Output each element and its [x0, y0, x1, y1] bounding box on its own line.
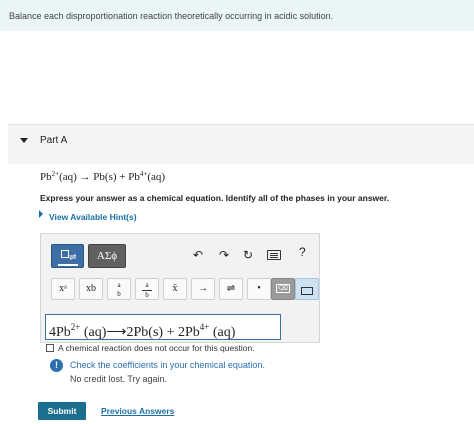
keyboard-toggle-key[interactable] [295, 278, 319, 300]
plus-sign: + [119, 171, 126, 183]
reaction-arrow: → [79, 171, 91, 183]
answer-charge2: 4+ [199, 322, 210, 332]
fraction-key-den: b [142, 290, 152, 300]
answer-coef1: 4Pb [49, 325, 71, 340]
answer-instructions: Express your answer as a chemical equati… [40, 193, 390, 203]
reactant-state: (aq) [59, 171, 77, 183]
arrow-key[interactable]: → [191, 278, 215, 300]
subscript-key[interactable]: xb [79, 278, 103, 300]
product-2-species: Pb [128, 171, 140, 183]
instruction-banner: Balance each disproportionation reaction… [0, 0, 474, 31]
reactant-charge: 2+ [51, 170, 60, 178]
stack-key-bottom: b [117, 290, 121, 298]
overbar-key[interactable]: x̄ [163, 278, 187, 300]
collapse-caret-icon[interactable] [20, 138, 28, 143]
backspace-icon: ⌫ [276, 284, 290, 293]
feedback-subtext: No credit lost. Try again. [70, 374, 168, 384]
undo-icon[interactable]: ↶ [193, 248, 203, 262]
backspace-key[interactable]: ⌫ [271, 278, 295, 300]
hint-caret-icon[interactable] [39, 210, 43, 218]
banner-text: Balance each disproportionation reaction… [9, 11, 334, 21]
help-icon[interactable]: ? [299, 245, 306, 259]
answer-plus: + [166, 325, 175, 340]
answer-product2: 2Pb [177, 325, 200, 340]
fraction-key[interactable]: a b [135, 278, 159, 300]
answer-input[interactable]: 4Pb2+ (aq)⟶2Pb(s) + 2Pb4+ (aq) [45, 314, 281, 340]
product-2-state: (aq) [147, 171, 166, 183]
equation-editor: ⇌ ΑΣϕ ↶ ↷ ↻ ? xᵃ xb a b a b x̄ → ⇌ • ⌫ 4… [40, 233, 320, 343]
reaction-equation: Pb2+(aq) → Pb(s) + Pb4+(aq) [40, 170, 165, 183]
templates-button[interactable]: ⇌ [51, 244, 84, 268]
answer-state1: (aq) [83, 325, 107, 340]
reset-icon[interactable]: ↻ [243, 248, 253, 262]
part-a-header[interactable]: Part A [8, 124, 474, 164]
superscript-key[interactable]: xᵃ [51, 278, 75, 300]
stack-key-top: a [117, 281, 121, 289]
fraction-key-num: a [145, 281, 149, 289]
answer-arrow: ⟶ [106, 325, 127, 340]
equilibrium-arrow-icon: ⇌ [69, 252, 77, 262]
submit-button[interactable]: Submit [38, 402, 86, 420]
symbols-button[interactable]: ΑΣϕ [88, 244, 126, 268]
template-box-icon [61, 250, 69, 258]
feedback-message: Check the coefficients in your chemical … [70, 360, 265, 370]
part-label: Part A [40, 135, 68, 146]
redo-icon[interactable]: ↷ [219, 248, 229, 262]
template-bar-icon [58, 264, 78, 266]
no-reaction-label: A chemical reaction does not occur for t… [58, 343, 255, 353]
answer-state2: (aq) [212, 325, 236, 340]
no-reaction-checkbox[interactable] [46, 344, 54, 352]
answer-charge1: 2+ [70, 322, 81, 332]
previous-answers-link[interactable]: Previous Answers [101, 406, 174, 416]
dot-key[interactable]: • [247, 278, 271, 300]
equilibrium-key[interactable]: ⇌ [219, 278, 243, 300]
keyboard-icon[interactable] [267, 250, 281, 260]
answer-product1: 2Pb(s) [126, 325, 164, 340]
stack-key[interactable]: a b [107, 278, 131, 300]
view-hints-link[interactable]: View Available Hint(s) [49, 212, 137, 222]
keyboard-small-icon [301, 287, 313, 295]
reactant-species: Pb [40, 171, 52, 183]
product-1: Pb(s) [93, 171, 117, 183]
alert-icon: ! [50, 359, 63, 372]
